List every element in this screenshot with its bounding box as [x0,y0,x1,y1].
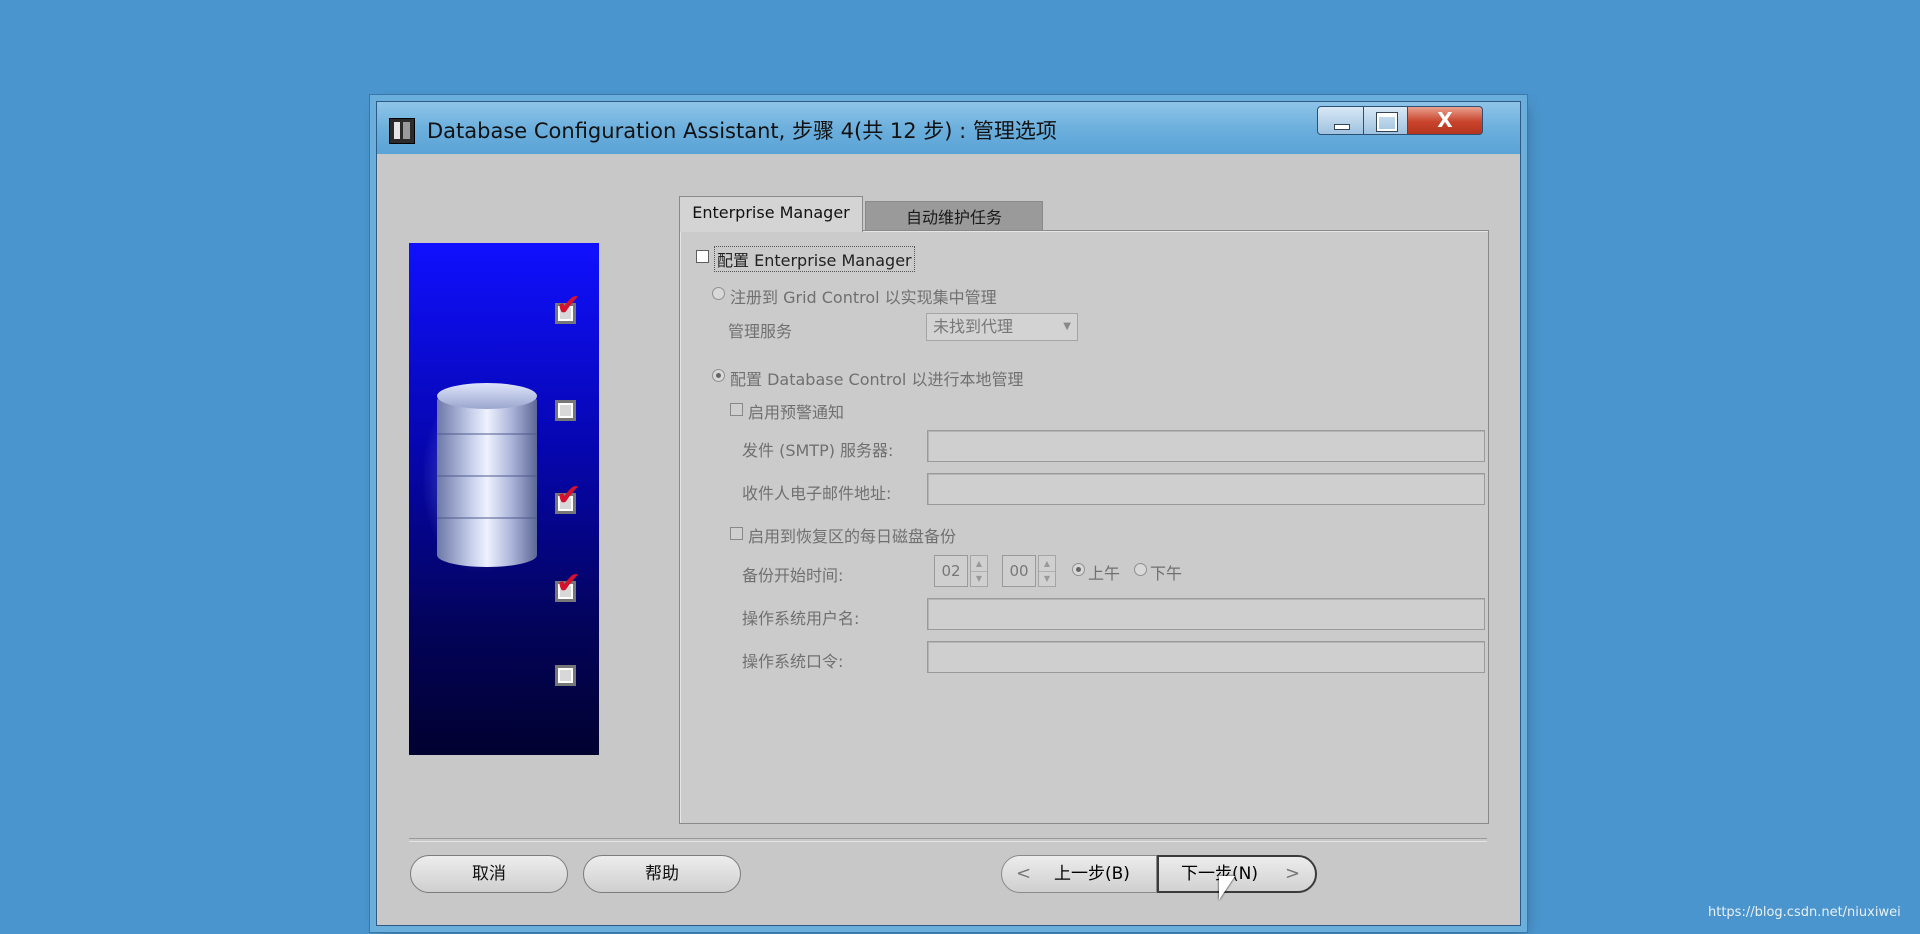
alerts-label: 启用预警通知 [748,403,845,422]
smtp-server-input[interactable] [927,430,1485,462]
check-icon: ✔ [556,566,582,601]
database-band [437,433,537,435]
next-button[interactable]: 下一步(N) > [1157,855,1317,893]
database-band [437,475,537,477]
alerts-checkbox[interactable] [730,403,743,416]
spinner-down-icon[interactable]: ▼ [1039,571,1055,586]
backup-hour-field[interactable]: 02 [934,555,968,587]
window-title: Database Configuration Assistant, 步骤 4(共… [427,119,1057,143]
step-indicator-5 [555,665,576,686]
mgmt-service-label: 管理服务 [728,322,793,341]
backup-minute-spinner[interactable]: ▲ ▼ [1038,555,1056,587]
minimize-icon [1334,124,1350,130]
spinner-down-icon[interactable]: ▼ [971,571,987,586]
backup-time-label: 备份开始时间: [742,566,844,585]
os-password-input[interactable] [927,641,1485,673]
chevron-down-icon: ▼ [1063,321,1071,332]
title-bar[interactable]: Database Configuration Assistant, 步骤 4(共… [377,102,1520,154]
backup-label: 启用到恢复区的每日磁盘备份 [748,527,957,546]
app-icon [389,118,415,144]
dbca-window: Database Configuration Assistant, 步骤 4(共… [376,101,1521,926]
chevron-left-icon: < [1016,863,1032,884]
check-icon: ✔ [556,478,582,513]
check-icon: ✔ [556,288,582,323]
tab-enterprise-manager[interactable]: Enterprise Manager [679,196,863,232]
backup-hour-spinner[interactable]: ▲ ▼ [970,555,988,587]
am-label: 上午 [1088,564,1121,583]
back-button[interactable]: < 上一步(B) [1001,855,1157,893]
smtp-label: 发件 (SMTP) 服务器: [742,441,894,460]
configure-em-checkbox[interactable] [696,250,709,263]
backup-checkbox[interactable] [730,527,743,540]
step-indicator-4: ✔ [555,569,581,602]
wizard-side-panel: ✔ ✔ ✔ [409,243,599,755]
backup-minute-field[interactable]: 00 [1002,555,1036,587]
mouse-cursor-icon [1219,876,1235,900]
pm-radio[interactable] [1134,563,1147,576]
close-button[interactable]: X [1407,106,1483,135]
database-top [437,383,537,409]
grid-control-radio[interactable] [712,287,725,300]
os-user-label: 操作系统用户名: [742,609,860,628]
footer-divider [409,838,1487,842]
database-icon [437,389,537,567]
wizard-nav: < 上一步(B) 下一步(N) > [1001,855,1317,893]
pm-label: 下午 [1150,564,1183,583]
tab-panel-enterprise-manager: 配置 Enterprise Manager 注册到 Grid Control 以… [679,230,1489,824]
help-button[interactable]: 帮助 [583,855,741,893]
db-control-label: 配置 Database Control 以进行本地管理 [730,370,1024,389]
chevron-right-icon: > [1285,863,1301,884]
spinner-up-icon[interactable]: ▲ [971,556,987,572]
step-indicator-2 [555,400,576,421]
minimize-button[interactable] [1317,106,1365,135]
mgmt-service-value: 未找到代理 [933,317,1014,336]
configure-em-label[interactable]: 配置 Enterprise Manager [714,246,915,272]
email-label: 收件人电子邮件地址: [742,484,892,503]
os-user-input[interactable] [927,598,1485,630]
os-password-label: 操作系统口令: [742,652,844,671]
db-control-radio[interactable] [712,369,725,382]
back-button-label: 上一步(B) [1054,864,1130,884]
step-indicator-3: ✔ [555,481,581,514]
mgmt-service-select[interactable]: 未找到代理 ▼ [926,313,1078,341]
watermark: https://blog.csdn.net/niuxiwei [1708,905,1901,920]
am-radio[interactable] [1072,563,1085,576]
step-indicator-1: ✔ [555,291,581,324]
grid-control-label: 注册到 Grid Control 以实现集中管理 [730,288,997,307]
maximize-button[interactable] [1363,106,1409,135]
email-input[interactable] [927,473,1485,505]
cancel-button[interactable]: 取消 [410,855,568,893]
maximize-icon [1377,113,1397,131]
close-icon: X [1437,108,1453,132]
spinner-up-icon[interactable]: ▲ [1039,556,1055,572]
database-band [437,517,537,519]
